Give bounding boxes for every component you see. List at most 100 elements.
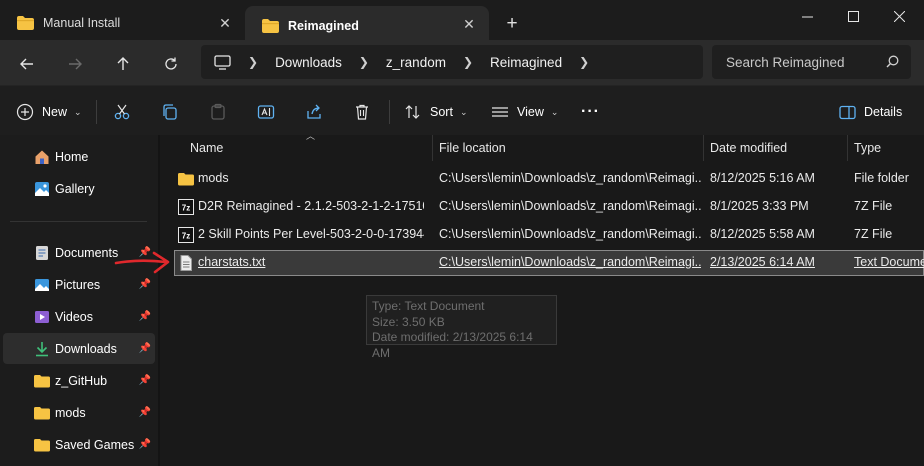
sidebar-item-z-github[interactable]: z_GitHub 📌 xyxy=(3,365,155,396)
search-placeholder: Search Reimagined xyxy=(726,54,845,70)
chevron-right-icon: ❯ xyxy=(248,55,259,69)
pin-icon[interactable]: 📌 xyxy=(139,343,151,354)
close-icon xyxy=(893,10,905,22)
trash-icon xyxy=(356,104,368,120)
sidebar-item-label: Downloads xyxy=(55,341,117,356)
toolbar-divider xyxy=(389,100,390,124)
column-header-name[interactable]: Name xyxy=(184,135,433,161)
videos-icon xyxy=(35,311,49,323)
paste-button[interactable] xyxy=(209,101,227,123)
sidebar-item-label: Saved Games xyxy=(55,437,135,452)
more-options-button[interactable]: ··· xyxy=(581,101,600,123)
new-tab-button[interactable]: + xyxy=(500,12,524,36)
sidebar-item-saved-games[interactable]: Saved Games 📌 xyxy=(3,429,155,460)
view-button[interactable]: View ⌄ xyxy=(491,101,558,123)
close-tab-icon[interactable]: ✕ xyxy=(217,15,233,31)
maximize-icon xyxy=(847,10,859,22)
table-row[interactable]: 7z 2 Skill Points Per Level-503-2-0-0-17… xyxy=(174,222,924,248)
sidebar-item-gallery[interactable]: Gallery xyxy=(3,173,155,204)
cut-button[interactable] xyxy=(113,101,131,123)
chevron-down-icon: ⌄ xyxy=(550,106,559,117)
column-header-file-location[interactable]: File location xyxy=(433,135,704,161)
share-button[interactable] xyxy=(305,101,323,123)
pin-icon[interactable]: 📌 xyxy=(139,375,151,386)
new-button[interactable]: New ⌄ xyxy=(16,101,82,123)
sidebar-item-downloads[interactable]: Downloads 📌 xyxy=(3,333,155,364)
file-name: 2 Skill Points Per Level-503-2-0-0-17394… xyxy=(198,227,424,241)
chevron-down-icon: ⌄ xyxy=(459,106,468,117)
file-date-modified: 8/12/2025 5:58 AM xyxy=(710,227,815,241)
forward-button[interactable] xyxy=(63,52,87,76)
new-label: New xyxy=(42,105,68,119)
minimize-button[interactable] xyxy=(784,2,830,30)
search-input[interactable]: Search Reimagined xyxy=(712,45,911,79)
pin-icon[interactable]: 📌 xyxy=(139,407,151,418)
rename-icon xyxy=(257,105,275,119)
sidebar-divider xyxy=(10,221,147,222)
arrow-left-icon xyxy=(20,58,33,70)
chevron-down-icon: ⌄ xyxy=(74,106,82,117)
share-icon xyxy=(307,104,321,119)
sidebar-item-home[interactable]: Home xyxy=(3,141,155,172)
details-pane-icon xyxy=(839,105,856,119)
text-file-icon xyxy=(180,255,192,271)
folder-icon xyxy=(34,439,50,452)
maximize-button[interactable] xyxy=(830,2,876,30)
file-location: C:\Users\lemin\Downloads\z_random\Reimag… xyxy=(439,227,701,241)
column-header-type[interactable]: Type xyxy=(848,135,924,161)
breadcrumb-reimagined[interactable]: Reimagined xyxy=(490,55,562,70)
7z-archive-icon: 7z xyxy=(178,199,194,215)
chevron-right-icon[interactable]: ❯ xyxy=(579,55,589,69)
column-header-date-modified[interactable]: Date modified xyxy=(704,135,848,161)
refresh-button[interactable] xyxy=(159,52,183,76)
gallery-icon xyxy=(35,182,49,196)
breadcrumb-z-random[interactable]: z_random xyxy=(386,55,446,70)
scissors-icon xyxy=(114,104,130,120)
view-label: View xyxy=(517,105,544,119)
file-type: 7Z File xyxy=(854,199,893,213)
svg-text:7z: 7z xyxy=(182,232,190,241)
svg-text:7z: 7z xyxy=(182,204,190,213)
close-button[interactable] xyxy=(876,2,922,30)
delete-button[interactable] xyxy=(353,101,371,123)
sidebar-item-mods[interactable]: mods 📌 xyxy=(3,397,155,428)
back-button[interactable] xyxy=(15,52,39,76)
folder-icon xyxy=(178,173,194,186)
address-bar[interactable]: ❯ Downloads ❯ z_random ❯ Reimagined ❯ xyxy=(201,45,703,79)
refresh-icon xyxy=(165,57,177,70)
sidebar-item-label: Gallery xyxy=(55,181,95,196)
file-date-modified: 8/12/2025 5:16 AM xyxy=(710,171,815,185)
documents-icon xyxy=(36,246,48,260)
pin-icon[interactable]: 📌 xyxy=(139,439,151,450)
sidebar-item-label: Videos xyxy=(55,309,93,324)
file-name: mods xyxy=(198,171,229,185)
copy-button[interactable] xyxy=(161,101,179,123)
breadcrumb-downloads[interactable]: Downloads xyxy=(275,55,342,70)
close-tab-icon[interactable]: ✕ xyxy=(461,16,477,32)
folder-icon xyxy=(17,16,34,30)
file-location: C:\Users\lemin\Downloads\z_random\Reimag… xyxy=(439,255,701,269)
pin-icon[interactable]: 📌 xyxy=(139,311,151,322)
folder-icon xyxy=(34,375,50,388)
annotation-arrow-icon xyxy=(114,251,170,274)
sidebar-item-videos[interactable]: Videos 📌 xyxy=(3,301,155,332)
copy-icon xyxy=(163,104,177,120)
details-button[interactable]: Details xyxy=(839,101,902,123)
up-button[interactable] xyxy=(111,52,135,76)
table-row-selected[interactable]: charstats.txt C:\Users\lemin\Downloads\z… xyxy=(174,250,924,276)
file-name: D2R Reimagined - 2.1.2-503-2-1-2-17510..… xyxy=(198,199,424,213)
pin-icon[interactable]: 📌 xyxy=(139,279,151,290)
sort-label: Sort xyxy=(430,105,453,119)
rename-button[interactable] xyxy=(257,101,275,123)
sidebar-item-label: Documents xyxy=(55,245,119,260)
file-date-modified: 8/1/2025 3:33 PM xyxy=(710,199,809,213)
command-bar: New ⌄ Sort ⌄ View ⌄ ··· Details xyxy=(0,85,924,135)
table-row[interactable]: 7z D2R Reimagined - 2.1.2-503-2-1-2-1751… xyxy=(174,194,924,220)
search-icon xyxy=(886,55,899,68)
sort-button[interactable]: Sort ⌄ xyxy=(404,101,467,123)
sidebar-item-label: z_GitHub xyxy=(55,373,108,388)
file-date-modified: 2/13/2025 6:14 AM xyxy=(710,255,815,269)
tab-manual-install[interactable]: Manual Install ✕ xyxy=(0,6,245,40)
table-row[interactable]: mods C:\Users\lemin\Downloads\z_random\R… xyxy=(174,166,924,192)
navigation-bar: ❯ Downloads ❯ z_random ❯ Reimagined ❯ Se… xyxy=(0,40,924,85)
